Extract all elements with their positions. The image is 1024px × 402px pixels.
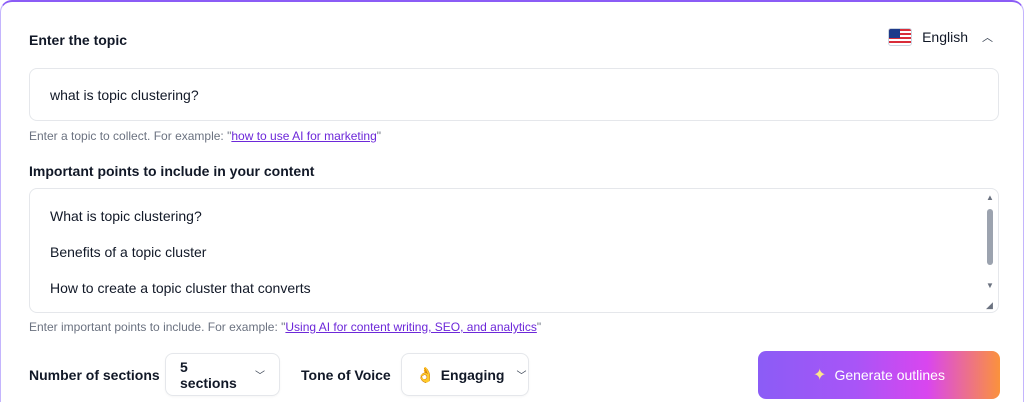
chevron-up-icon: ︿ bbox=[982, 32, 993, 44]
topic-hint: Enter a topic to collect. For example: "… bbox=[29, 129, 381, 143]
points-heading: Important points to include in your cont… bbox=[29, 163, 315, 179]
language-selector[interactable]: English ︿ bbox=[888, 28, 993, 46]
point-item: What is topic clustering? bbox=[50, 208, 202, 224]
sparkle-icon: ✦ bbox=[813, 367, 827, 384]
topic-hint-suffix: " bbox=[376, 129, 382, 143]
point-item: How to create a topic cluster that conve… bbox=[50, 280, 311, 296]
sections-value: 5 sections bbox=[180, 358, 237, 391]
sections-dropdown[interactable]: 5 sections ﹀ bbox=[165, 353, 280, 396]
topic-input[interactable]: what is topic clustering? bbox=[29, 68, 999, 121]
ok-hand-icon: 👌 bbox=[416, 366, 435, 384]
points-hint-suffix: " bbox=[536, 320, 542, 334]
points-hint-prefix: Enter important points to include. For e… bbox=[29, 320, 286, 334]
scroll-down-icon[interactable]: ▼ bbox=[986, 281, 994, 290]
points-example-link[interactable]: Using AI for content writing, SEO, and a… bbox=[285, 320, 536, 334]
topic-example-link[interactable]: how to use AI for marketing bbox=[231, 129, 376, 143]
chevron-down-icon: ﹀ bbox=[516, 371, 527, 382]
topic-hint-prefix: Enter a topic to collect. For example: " bbox=[29, 129, 232, 143]
generate-outlines-button[interactable]: ✦ Generate outlines bbox=[758, 351, 1000, 399]
language-label: English bbox=[922, 29, 968, 45]
textarea-scrollbar[interactable]: ▲ ▼ bbox=[984, 193, 996, 305]
scroll-up-icon[interactable]: ▲ bbox=[986, 193, 994, 202]
point-item: Benefits of a topic cluster bbox=[50, 244, 207, 260]
generate-label: Generate outlines bbox=[834, 367, 945, 383]
chevron-down-icon: ﹀ bbox=[255, 371, 265, 382]
tone-value: Engaging bbox=[440, 366, 505, 383]
tone-dropdown[interactable]: 👌 Engaging ﹀ bbox=[401, 353, 529, 396]
tone-label: Tone of Voice bbox=[301, 367, 391, 383]
sections-label: Number of sections bbox=[29, 367, 160, 383]
points-hint: Enter important points to include. For e… bbox=[29, 320, 541, 334]
us-flag-icon bbox=[888, 28, 913, 46]
form-panel: Enter the topic English ︿ what is topic … bbox=[0, 0, 1024, 402]
resize-handle-icon[interactable]: ◢ bbox=[986, 300, 996, 310]
points-textarea[interactable]: What is topic clustering? Benefits of a … bbox=[29, 188, 999, 313]
topic-input-value: what is topic clustering? bbox=[50, 86, 199, 103]
topic-heading: Enter the topic bbox=[29, 32, 128, 48]
scroll-thumb[interactable] bbox=[987, 209, 993, 265]
